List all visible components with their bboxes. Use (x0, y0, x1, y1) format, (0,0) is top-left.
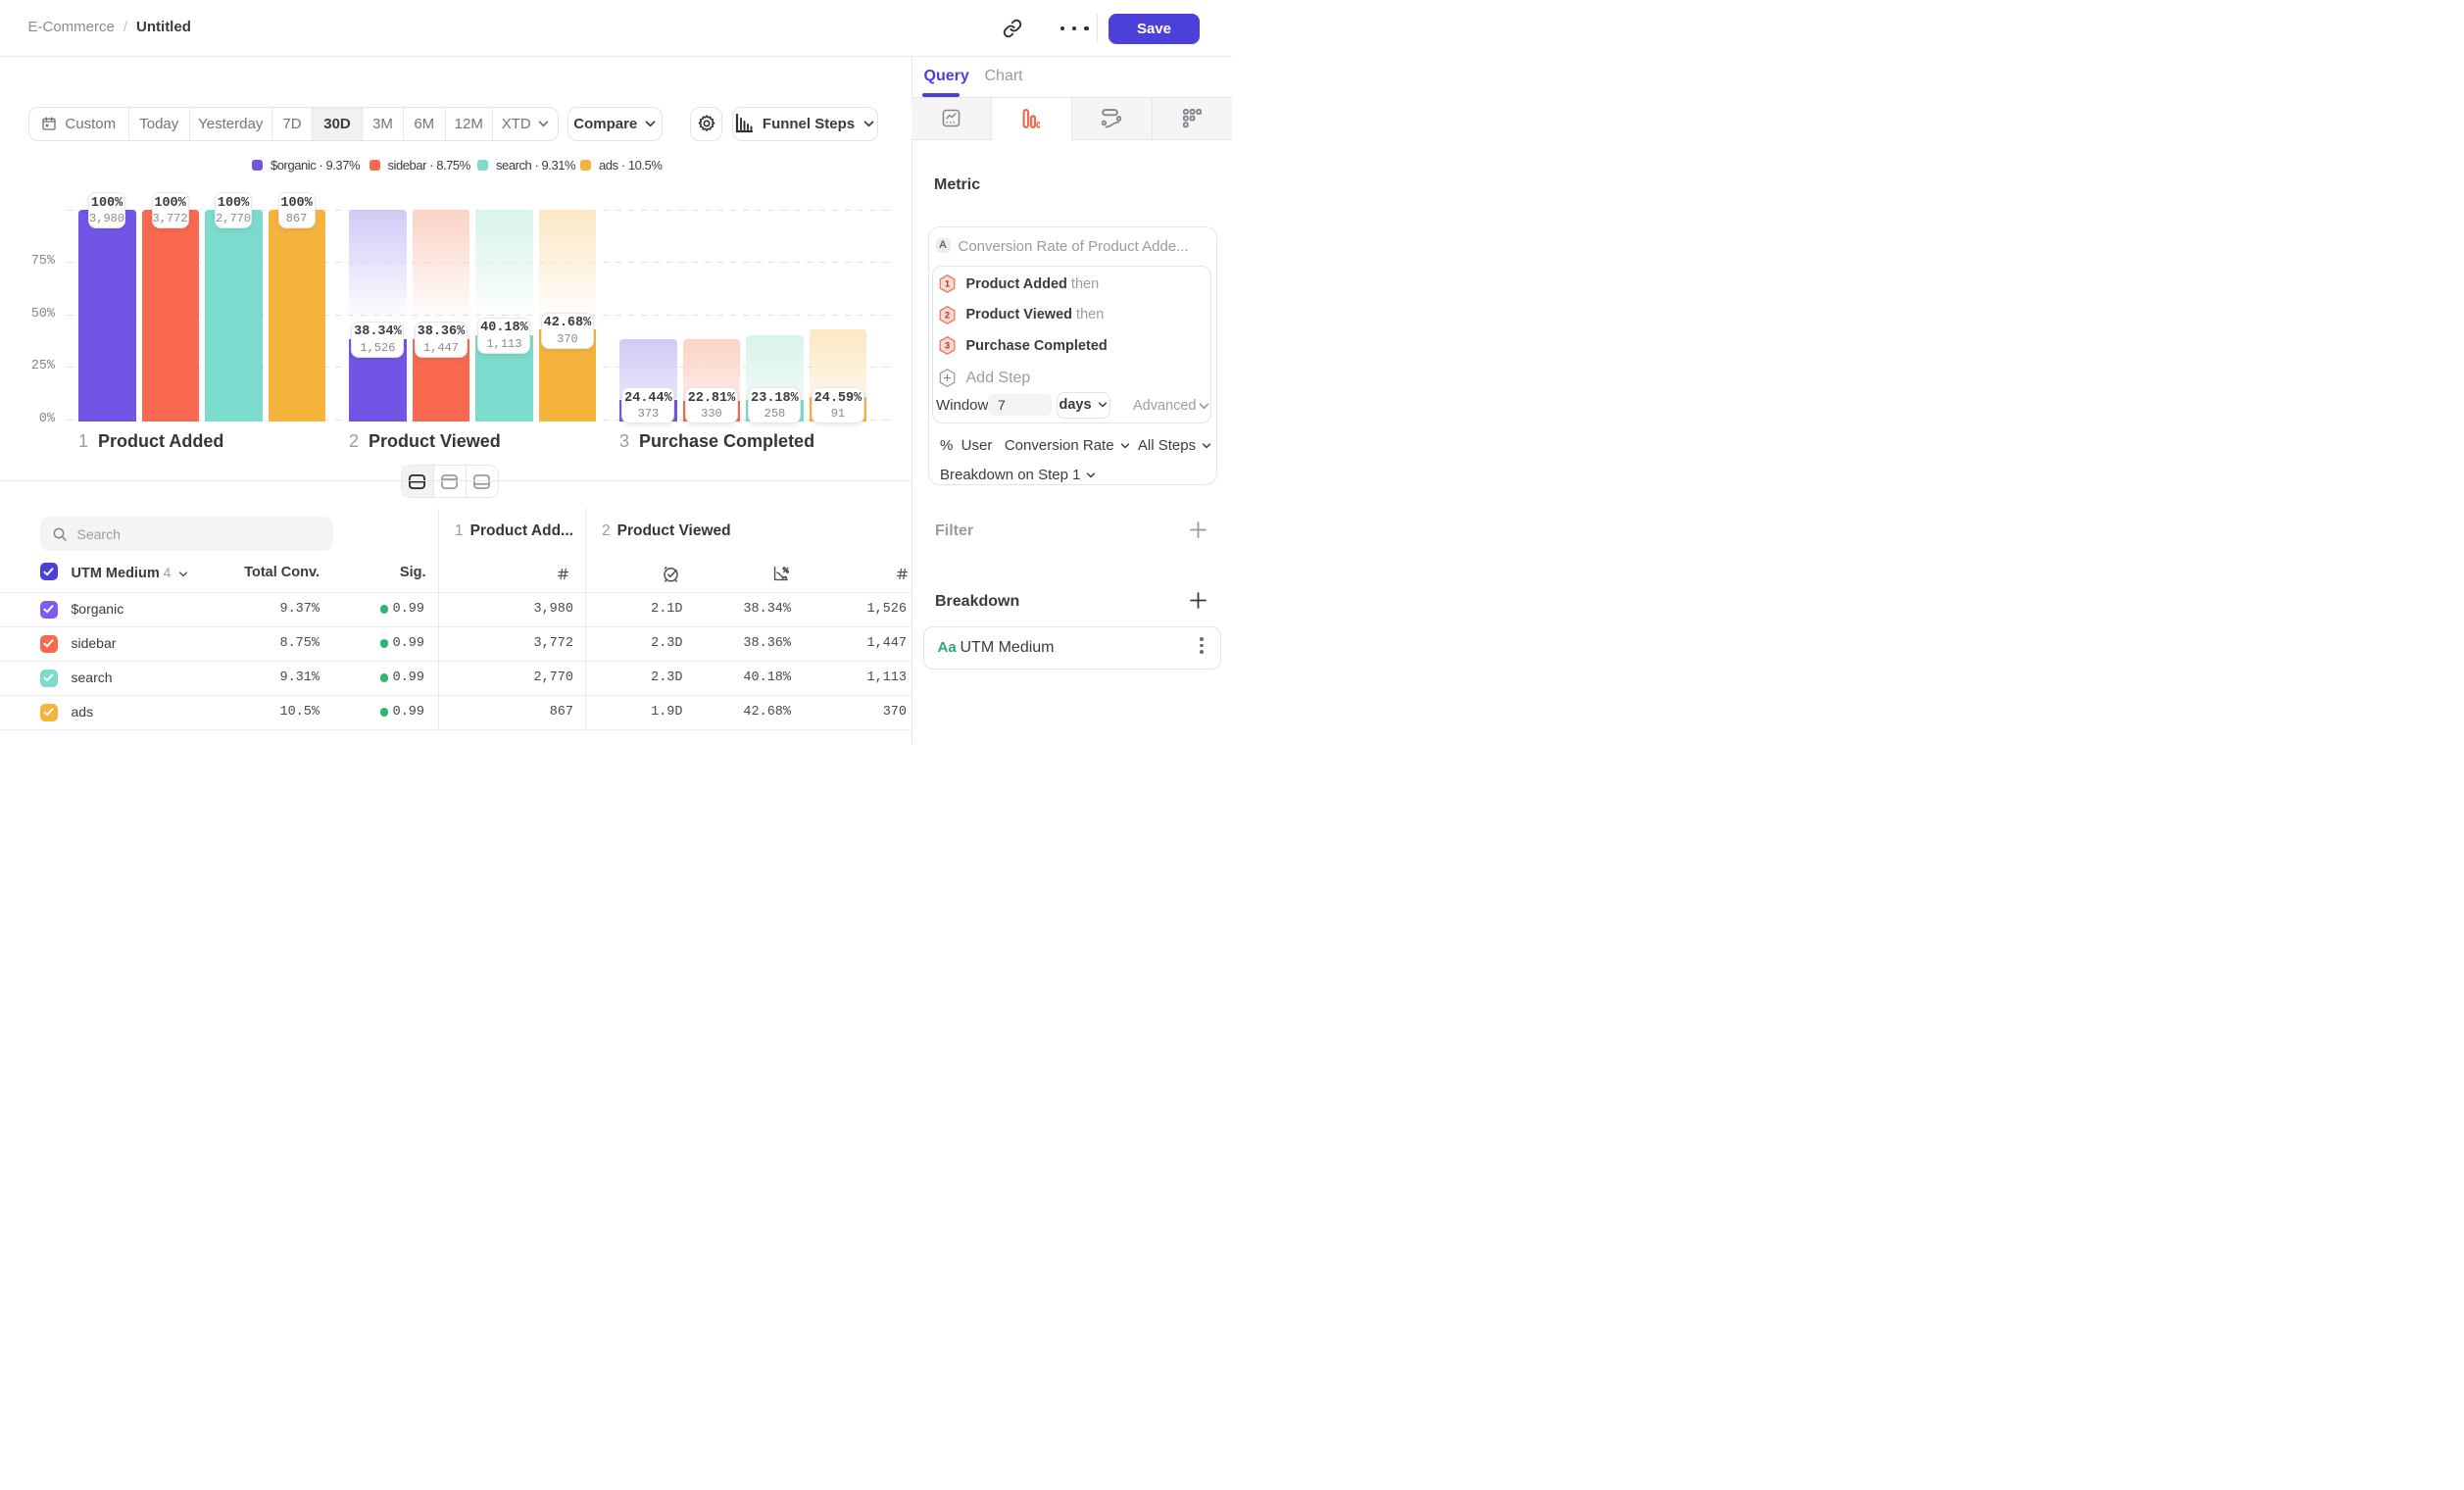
svg-text:2: 2 (945, 310, 950, 321)
svg-text:3: 3 (945, 341, 950, 352)
svg-text:1: 1 (945, 279, 951, 290)
